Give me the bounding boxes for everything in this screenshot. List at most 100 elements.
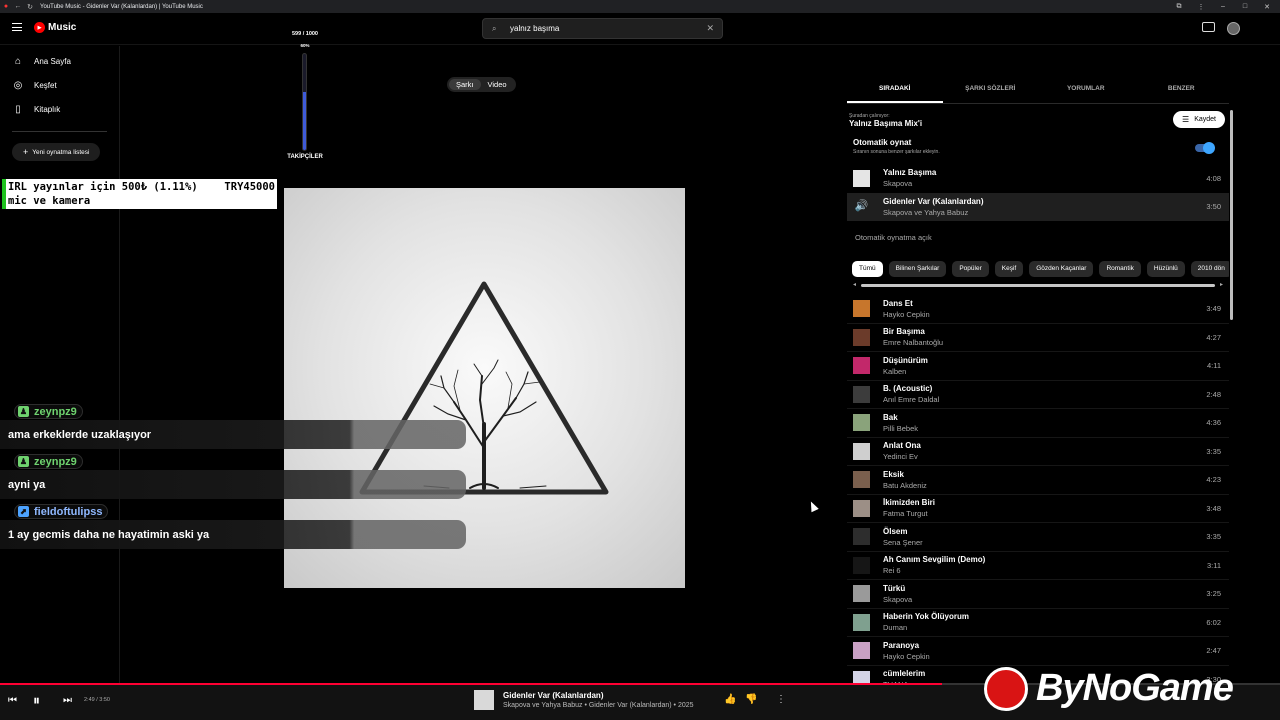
new-playlist-button[interactable]: + Yeni oynatma listesi xyxy=(12,143,101,161)
dislike-icon[interactable]: 👎 xyxy=(745,694,757,705)
suggestion-item[interactable]: Türkü Skapova 3:25 xyxy=(847,580,1229,609)
scroll-right-icon[interactable]: ▸ xyxy=(1220,281,1223,288)
tab-comments[interactable]: YORUMLAR xyxy=(1038,74,1134,103)
autoplay-toggle[interactable] xyxy=(1195,142,1215,154)
avatar[interactable] xyxy=(1227,22,1240,35)
like-icon[interactable]: 👍 xyxy=(724,694,736,705)
sidebar-item-label: Keşfet xyxy=(34,80,57,90)
now-playing-subtitle[interactable]: Skapova ve Yahya Babuz • Gidenler Var (K… xyxy=(503,702,694,709)
chip-scrollbar[interactable]: ◂ ▸ xyxy=(853,281,1223,289)
sidebar-item-library[interactable]: ▯ Kitaplık xyxy=(0,97,119,121)
filter-chip[interactable]: Keşif xyxy=(994,261,1024,277)
more-options-icon[interactable]: ⋮ xyxy=(776,694,786,705)
filter-chip[interactable]: Romantik xyxy=(1099,261,1141,277)
suggestion-item[interactable]: Ah Canım Sevgilim (Demo) Rei 6 3:11 xyxy=(847,552,1229,580)
track-thumbnail xyxy=(853,471,870,489)
chat-username: ♟ zeynpz9 xyxy=(14,454,83,469)
track-duration: 4:23 xyxy=(1206,475,1221,485)
track-duration: 3:48 xyxy=(1206,503,1221,513)
now-playing-title[interactable]: Gidenler Var (Kalanlardan) xyxy=(503,691,603,700)
filter-chip[interactable]: Bilinen Şarkılar xyxy=(888,261,947,277)
plus-icon: + xyxy=(23,147,29,157)
suggestion-item[interactable]: Ölsem Sena Şener 3:35 xyxy=(847,523,1229,552)
donation-goal-amount: TRY45000 xyxy=(224,181,275,193)
suggestion-item[interactable]: Düşünürüm Kalben 4:11 xyxy=(847,352,1229,381)
extensions-icon[interactable]: ⧉ xyxy=(1170,3,1188,11)
search-box[interactable]: ⌕ yalnız başıma ✕ xyxy=(482,18,723,39)
track-title: Türkü xyxy=(883,583,906,593)
more-menu-icon[interactable]: ⋮ xyxy=(1192,3,1210,11)
suggestion-item[interactable]: Bir Başıma Emre Nalbantoğlu 4:27 xyxy=(847,324,1229,352)
suggestion-item[interactable]: Eksik Batu Akdeniz 4:23 xyxy=(847,466,1229,495)
filter-chip[interactable]: Tümü xyxy=(852,261,883,277)
chat-message: ♟ zeynpz9 ayni ya xyxy=(0,450,470,500)
filter-chip[interactable]: Gözden Kaçanlar xyxy=(1029,261,1094,277)
menu-icon[interactable] xyxy=(12,23,22,31)
suggestion-item[interactable]: Haberin Yok Ölüyorum Duman 6:02 xyxy=(847,609,1229,637)
clear-search-icon[interactable]: ✕ xyxy=(706,23,714,34)
suggestion-item[interactable]: Bak Pilli Bebek 4:36 xyxy=(847,409,1229,438)
queue-item[interactable]: Yalnız Başıma Skapova 4:08 xyxy=(847,164,1229,193)
chip-scroll-track[interactable] xyxy=(861,284,1215,287)
track-duration: 6:02 xyxy=(1206,617,1221,627)
back-icon[interactable]: ← xyxy=(12,3,24,10)
track-duration: 4:36 xyxy=(1206,418,1221,428)
panel-scrollbar[interactable] xyxy=(1230,110,1233,320)
video-toggle[interactable]: Video xyxy=(481,79,514,90)
scroll-left-icon[interactable]: ◂ xyxy=(853,281,856,288)
next-icon[interactable]: ⏭ xyxy=(63,695,72,706)
compass-icon: ◎ xyxy=(13,79,23,91)
chat-username: ♟ zeynpz9 xyxy=(14,404,83,419)
save-button[interactable]: ☰ Kaydet xyxy=(1173,111,1225,128)
donation-goal-widget: IRL yayınlar için 500₺ (1.11%) TRY45000 … xyxy=(2,179,277,209)
track-title: Paranoya xyxy=(883,640,920,650)
autoplay-section: Otomatik oynat Sıranın sonuna benzer şar… xyxy=(847,138,1229,164)
track-title: Ah Canım Sevgilim (Demo) xyxy=(883,555,986,565)
track-artist: Hayko Cepkin xyxy=(883,309,930,319)
song-toggle[interactable]: Şarkı xyxy=(449,79,481,90)
track-thumbnail xyxy=(853,169,870,187)
filter-chip[interactable]: Hüzünlü xyxy=(1146,261,1185,277)
chat-message: ⬈ fieldoftulipss 1 ay gecmis daha ne hay… xyxy=(0,500,470,550)
user-badge-icon: ⬈ xyxy=(18,506,29,517)
tab-lyrics[interactable]: ŞARKI SÖZLERİ xyxy=(943,74,1039,103)
playing-from-title[interactable]: Yalnız Başıma Mix'i xyxy=(849,119,1229,128)
track-artist: Yedinci Ev xyxy=(883,452,918,462)
search-input[interactable]: yalnız başıma xyxy=(510,24,706,33)
track-title: Gidenler Var (Kalanlardan) xyxy=(883,196,984,206)
pause-icon[interactable]: ⏸ xyxy=(33,692,40,709)
sidebar-item-explore[interactable]: ◎ Keşfet xyxy=(0,73,119,97)
track-title: Anlat Ona xyxy=(883,441,921,451)
track-thumbnail xyxy=(853,613,870,631)
chat-username-text: fieldoftulipss xyxy=(34,505,103,518)
sidebar-item-home[interactable]: ⌂ Ana Sayfa xyxy=(0,49,119,73)
song-video-switch[interactable]: Şarkı Video xyxy=(447,77,516,92)
track-duration: 4:08 xyxy=(1206,173,1221,183)
reload-icon[interactable]: ↻ xyxy=(24,3,36,11)
user-badge-icon: ♟ xyxy=(18,406,29,417)
window-title: YouTube Music - Gidenler Var (Kalanlarda… xyxy=(40,3,203,10)
filter-chip[interactable]: Popüler xyxy=(952,261,989,277)
tab-up-next[interactable]: SIRADAKİ xyxy=(847,74,943,103)
maximize-icon[interactable]: □ xyxy=(1236,3,1254,11)
playback-time: 2:49 / 3:50 xyxy=(84,697,110,703)
track-title: B. (Acoustic) xyxy=(883,384,933,394)
close-icon[interactable]: ✕ xyxy=(1258,3,1276,11)
suggestion-item[interactable]: B. (Acoustic) Anıl Emre Daldal 2:48 xyxy=(847,381,1229,409)
suggestion-item[interactable]: Anlat Ona Yedinci Ev 3:35 xyxy=(847,438,1229,466)
tab-related[interactable]: BENZER xyxy=(1134,74,1230,103)
follower-label: TAKİPÇİLER xyxy=(287,154,323,160)
track-duration: 4:11 xyxy=(1206,361,1221,371)
sidebar-divider xyxy=(12,131,107,132)
playing-from: Şuradan çalınıyor: Yalnız Başıma Mix'i ☰… xyxy=(847,111,1229,129)
filter-chip[interactable]: 2010 dön xyxy=(1190,261,1229,277)
youtube-music-logo[interactable]: ▶ Music xyxy=(34,22,76,33)
queue-item-current[interactable]: 🔊 Gidenler Var (Kalanlardan) Skapova ve … xyxy=(847,192,1229,221)
previous-icon[interactable]: ⏮ xyxy=(8,695,17,706)
minimize-icon[interactable]: – xyxy=(1214,3,1232,11)
track-title: Düşünürüm xyxy=(883,355,928,365)
follower-progress-bar xyxy=(302,53,307,151)
suggestion-item[interactable]: İkimizden Biri Fatma Turgut 3:48 xyxy=(847,495,1229,523)
suggestion-item[interactable]: Dans Et Hayko Cepkin 3:49 xyxy=(847,295,1229,324)
cast-icon[interactable] xyxy=(1202,22,1215,32)
